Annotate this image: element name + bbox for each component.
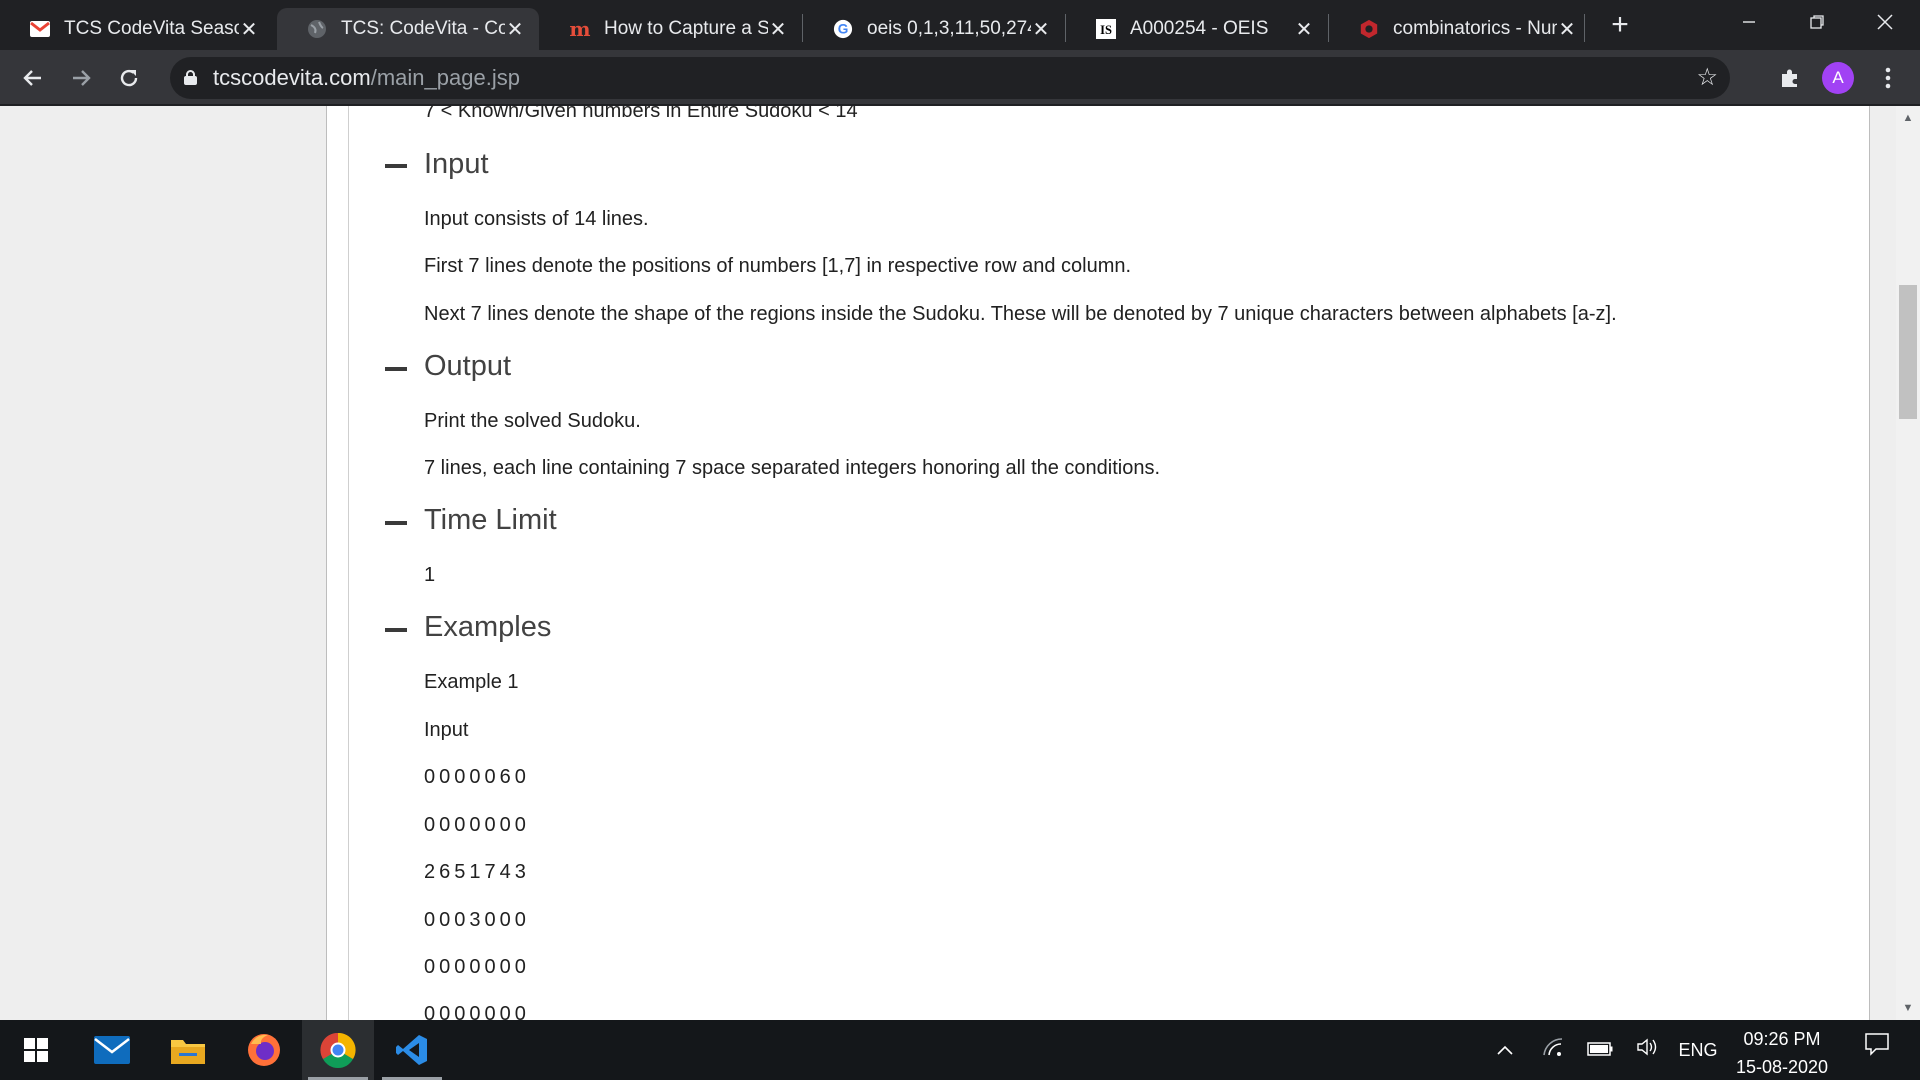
address-bar[interactable]: tcscodevita.com/main_page.jsp ☆ [170, 57, 1730, 99]
windows-taskbar: ENG 09:26 PM 15-08-2020 [0, 1020, 1920, 1080]
collapse-time-limit-icon[interactable] [385, 521, 407, 525]
input-line-2: First 7 lines denote the positions of nu… [424, 255, 1132, 277]
file-explorer-icon[interactable] [152, 1020, 224, 1080]
tab-title: TCS: CodeVita - Codi [341, 18, 505, 39]
back-button[interactable] [13, 58, 53, 98]
tab-oeis[interactable]: IS A000254 - OEIS ✕ [1066, 8, 1328, 50]
battery-icon[interactable] [1584, 1020, 1616, 1080]
lock-icon [184, 70, 197, 85]
language-indicator[interactable]: ENG [1676, 1020, 1720, 1080]
time-limit-heading: Time Limit [424, 504, 557, 536]
close-icon[interactable]: ✕ [768, 17, 788, 42]
url-path: /main_page.jsp [370, 65, 520, 90]
more-vert-icon [1885, 67, 1891, 89]
url-text[interactable]: tcscodevita.com/main_page.jsp [213, 57, 520, 99]
arrow-left-icon [23, 70, 41, 86]
clock-date: 15-08-2020 [1735, 1057, 1829, 1077]
forward-button[interactable] [61, 58, 101, 98]
page-viewport: 7 < Known/Given numbers in Entire Sudoku… [0, 106, 1896, 1020]
example-input-row: 0000000 [424, 1003, 530, 1020]
reload-button[interactable] [109, 58, 149, 98]
browser-toolbar: tcscodevita.com/main_page.jsp ☆ A [0, 50, 1920, 105]
scroll-up-icon[interactable]: ▲ [1896, 106, 1920, 130]
google-icon: G [833, 19, 853, 39]
close-icon[interactable]: ✕ [505, 17, 525, 42]
scrollbar-thumb[interactable] [1899, 285, 1917, 419]
output-line-1: Print the solved Sudoku. [424, 410, 641, 432]
puzzle-icon [1782, 69, 1797, 87]
example-input-row: 0003000 [424, 909, 530, 931]
input-heading: Input [424, 148, 489, 180]
gmail-icon [30, 19, 50, 39]
wifi-icon[interactable] [1538, 1020, 1568, 1080]
tab-google-search[interactable]: G oeis 0,1,3,11,50,274,1 ✕ [803, 8, 1065, 50]
close-icon[interactable]: ✕ [239, 17, 259, 42]
oeis-icon: IS [1096, 19, 1116, 39]
globe-icon [307, 19, 327, 39]
constraint-text: 7 < Known/Given numbers in Entire Sudoku… [424, 106, 858, 122]
collapse-examples-icon[interactable] [385, 628, 407, 632]
example-input-label: Input [424, 719, 469, 741]
show-hidden-icons-chevron-icon[interactable] [1490, 1020, 1520, 1080]
tab-strip: TCS CodeVita Season ✕ TCS: CodeVita - Co… [0, 0, 1920, 50]
windows-start-icon[interactable] [0, 1020, 72, 1080]
tab-codevita-active[interactable]: TCS: CodeVita - Codi ✕ [277, 8, 539, 50]
mail-icon[interactable] [76, 1020, 148, 1080]
collapse-output-icon[interactable] [385, 367, 407, 371]
tab-title: A000254 - OEIS [1130, 18, 1269, 39]
close-window-button[interactable] [1856, 0, 1914, 44]
tab-title: combinatorics - Num [1393, 18, 1557, 39]
firefox-icon[interactable] [228, 1020, 300, 1080]
tab-math-stackexchange[interactable]: combinatorics - Num ✕ [1329, 8, 1591, 50]
arrow-right-icon [73, 70, 91, 86]
close-icon[interactable]: ✕ [1294, 17, 1314, 42]
clock-time: 09:26 PM [1743, 1029, 1821, 1049]
new-tab-button[interactable]: + [1606, 10, 1634, 40]
output-line-2: 7 lines, each line containing 7 space se… [424, 457, 1161, 479]
example-input-row: 0000000 [424, 814, 530, 836]
url-host: tcscodevita.com [213, 65, 371, 90]
action-center-icon[interactable] [1852, 1020, 1902, 1080]
math-se-icon [1359, 19, 1379, 39]
example-input-row: 0000060 [424, 766, 530, 788]
output-heading: Output [424, 350, 512, 382]
profile-avatar[interactable]: A [1822, 62, 1854, 94]
scroll-down-icon[interactable]: ▼ [1896, 996, 1920, 1020]
reload-icon [120, 69, 138, 87]
bookmark-star-icon[interactable]: ☆ [1696, 57, 1718, 99]
page-scrollbar[interactable]: ▲ ▼ [1896, 106, 1920, 1020]
svg-text:IS: IS [1100, 23, 1112, 37]
tab-gmail[interactable]: TCS CodeVita Season ✕ [0, 8, 273, 50]
tab-title: oeis 0,1,3,11,50,274,1 [867, 18, 1031, 39]
collapse-input-icon[interactable] [385, 164, 407, 168]
volume-icon[interactable] [1632, 1020, 1664, 1080]
close-icon[interactable]: ✕ [1557, 17, 1577, 42]
example-label: Example 1 [424, 671, 519, 693]
examples-heading: Examples [424, 611, 552, 643]
input-line-1: Input consists of 14 lines. [424, 208, 649, 230]
example-input-row: 2651743 [424, 861, 530, 883]
tab-separator [1584, 14, 1585, 42]
example-input-row: 0000000 [424, 956, 530, 978]
minimize-button[interactable] [1720, 0, 1778, 44]
problem-card [348, 106, 1868, 1020]
input-line-3: Next 7 lines denote the shape of the reg… [424, 303, 1617, 325]
tab-capture[interactable]: m How to Capture a Sc ✕ [540, 8, 802, 50]
tab-title: How to Capture a Sc [604, 18, 768, 39]
vscode-icon[interactable] [376, 1020, 448, 1080]
restore-button[interactable] [1788, 0, 1846, 44]
time-limit-value: 1 [424, 564, 436, 586]
extensions-button[interactable] [1770, 58, 1810, 98]
system-clock[interactable]: 09:26 PM 15-08-2020 [1720, 1028, 1844, 1078]
tab-title: TCS CodeVita Season [64, 18, 239, 39]
chrome-icon[interactable] [302, 1020, 374, 1080]
chrome-menu-button[interactable] [1868, 58, 1908, 98]
svg-text:G: G [838, 22, 849, 37]
m-icon: m [569, 17, 591, 41]
close-icon[interactable]: ✕ [1031, 17, 1051, 42]
